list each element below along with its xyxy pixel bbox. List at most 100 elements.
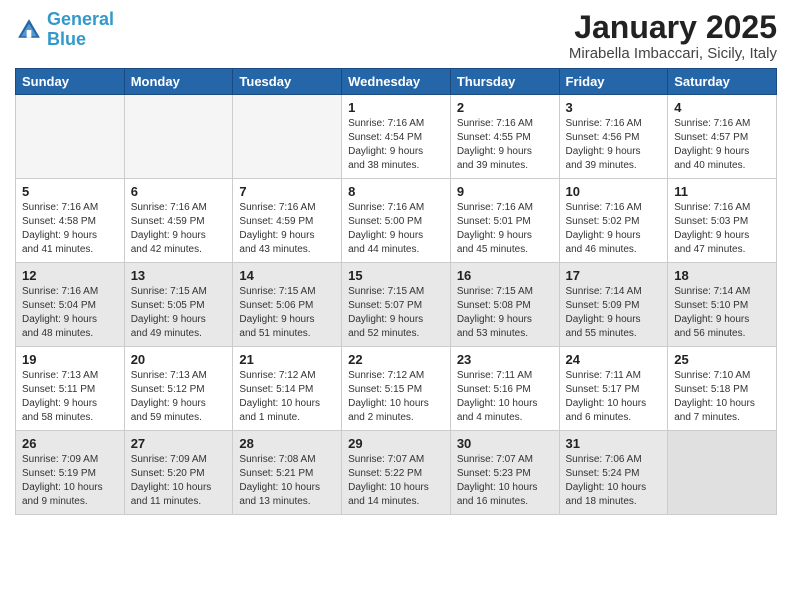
month-title: January 2025	[569, 10, 777, 45]
week-row-5: 26 Sunrise: 7:09 AMSunset: 5:19 PMDayligh…	[16, 431, 777, 515]
header-tuesday: Tuesday	[233, 69, 342, 95]
calendar-cell-w3-d6: 17 Sunrise: 7:14 AMSunset: 5:09 PMDayligh…	[559, 263, 668, 347]
logo-icon	[15, 16, 43, 44]
day-info: Sunrise: 7:16 AMSunset: 4:57 PMDaylight:…	[674, 117, 770, 173]
day-number: 17	[566, 268, 662, 283]
day-info: Sunrise: 7:14 AMSunset: 5:10 PMDaylight:…	[674, 285, 770, 341]
day-info: Sunrise: 7:07 AMSunset: 5:23 PMDaylight:…	[457, 453, 553, 509]
day-info: Sunrise: 7:09 AMSunset: 5:19 PMDaylight:…	[22, 453, 118, 509]
calendar-cell-w4-d4: 22 Sunrise: 7:12 AMSunset: 5:15 PMDayligh…	[342, 347, 451, 431]
subtitle: Mirabella Imbaccari, Sicily, Italy	[569, 45, 777, 62]
day-number: 1	[348, 100, 444, 115]
calendar-cell-w2-d4: 8 Sunrise: 7:16 AMSunset: 5:00 PMDaylight…	[342, 179, 451, 263]
header-monday: Monday	[124, 69, 233, 95]
calendar-cell-w3-d5: 16 Sunrise: 7:15 AMSunset: 5:08 PMDayligh…	[450, 263, 559, 347]
day-number: 2	[457, 100, 553, 115]
day-info: Sunrise: 7:11 AMSunset: 5:16 PMDaylight:…	[457, 369, 553, 425]
day-number: 6	[131, 184, 227, 199]
day-info: Sunrise: 7:15 AMSunset: 5:08 PMDaylight:…	[457, 285, 553, 341]
header-sunday: Sunday	[16, 69, 125, 95]
day-info: Sunrise: 7:16 AMSunset: 5:03 PMDaylight:…	[674, 201, 770, 257]
calendar-cell-w4-d2: 20 Sunrise: 7:13 AMSunset: 5:12 PMDayligh…	[124, 347, 233, 431]
calendar-cell-w5-d4: 29Sunrise: 7:07 AMSunset: 5:22 PMDayligh…	[342, 431, 451, 515]
day-info: Sunrise: 7:13 AMSunset: 5:12 PMDaylight:…	[131, 369, 227, 425]
logo-line1: General	[47, 9, 114, 29]
week-row-3: 12Sunrise: 7:16 AMSunset: 5:04 PMDayligh…	[16, 263, 777, 347]
day-info: Sunrise: 7:16 AMSunset: 4:56 PMDaylight:…	[566, 117, 662, 173]
calendar-cell-w1-d6: 3 Sunrise: 7:16 AMSunset: 4:56 PMDaylight…	[559, 95, 668, 179]
day-info: Sunrise: 7:16 AMSunset: 4:59 PMDaylight:…	[239, 201, 335, 257]
day-info: Sunrise: 7:15 AMSunset: 5:06 PMDaylight:…	[239, 285, 335, 341]
calendar-cell-w5-d7	[668, 431, 777, 515]
day-info: Sunrise: 7:12 AMSunset: 5:14 PMDaylight:…	[239, 369, 335, 425]
day-info: Sunrise: 7:16 AMSunset: 5:02 PMDaylight:…	[566, 201, 662, 257]
day-info: Sunrise: 7:15 AMSunset: 5:05 PMDaylight:…	[131, 285, 227, 341]
day-number: 4	[674, 100, 770, 115]
day-number: 26	[22, 436, 118, 451]
day-info: Sunrise: 7:14 AMSunset: 5:09 PMDaylight:…	[566, 285, 662, 341]
header: General Blue January 2025 Mirabella Imba…	[15, 10, 777, 62]
logo-text: General Blue	[47, 10, 114, 50]
title-area: January 2025 Mirabella Imbaccari, Sicily…	[569, 10, 777, 62]
calendar-cell-w4-d1: 19Sunrise: 7:13 AMSunset: 5:11 PMDayligh…	[16, 347, 125, 431]
logo-line2: Blue	[47, 29, 86, 49]
day-number: 27	[131, 436, 227, 451]
calendar-cell-w1-d7: 4 Sunrise: 7:16 AMSunset: 4:57 PMDaylight…	[668, 95, 777, 179]
calendar-cell-w5-d6: 31 Sunrise: 7:06 AMSunset: 5:24 PMDayligh…	[559, 431, 668, 515]
day-number: 14	[239, 268, 335, 283]
week-row-2: 5Sunrise: 7:16 AMSunset: 4:58 PMDaylight…	[16, 179, 777, 263]
day-number: 15	[348, 268, 444, 283]
day-info: Sunrise: 7:11 AMSunset: 5:17 PMDaylight:…	[566, 369, 662, 425]
calendar-cell-w1-d2	[124, 95, 233, 179]
day-number: 11	[674, 184, 770, 199]
calendar-cell-w2-d2: 6Sunrise: 7:16 AMSunset: 4:59 PMDaylight…	[124, 179, 233, 263]
day-info: Sunrise: 7:16 AMSunset: 5:01 PMDaylight:…	[457, 201, 553, 257]
day-number: 23	[457, 352, 553, 367]
day-info: Sunrise: 7:16 AMSunset: 5:00 PMDaylight:…	[348, 201, 444, 257]
calendar-cell-w4-d6: 24Sunrise: 7:11 AMSunset: 5:17 PMDayligh…	[559, 347, 668, 431]
day-number: 5	[22, 184, 118, 199]
day-info: Sunrise: 7:08 AMSunset: 5:21 PMDaylight:…	[239, 453, 335, 509]
calendar-cell-w1-d3	[233, 95, 342, 179]
day-number: 8	[348, 184, 444, 199]
calendar-cell-w4-d3: 21 Sunrise: 7:12 AMSunset: 5:14 PMDayligh…	[233, 347, 342, 431]
day-number: 7	[239, 184, 335, 199]
calendar-cell-w2-d5: 9 Sunrise: 7:16 AMSunset: 5:01 PMDaylight…	[450, 179, 559, 263]
day-info: Sunrise: 7:16 AMSunset: 4:54 PMDaylight:…	[348, 117, 444, 173]
day-number: 30	[457, 436, 553, 451]
calendar-cell-w5-d5: 30 Sunrise: 7:07 AMSunset: 5:23 PMDayligh…	[450, 431, 559, 515]
calendar-cell-w2-d3: 7 Sunrise: 7:16 AMSunset: 4:59 PMDaylight…	[233, 179, 342, 263]
day-number: 13	[131, 268, 227, 283]
day-info: Sunrise: 7:09 AMSunset: 5:20 PMDaylight:…	[131, 453, 227, 509]
calendar-cell-w1-d4: 1 Sunrise: 7:16 AMSunset: 4:54 PMDaylight…	[342, 95, 451, 179]
logo: General Blue	[15, 10, 114, 50]
calendar-header-row: Sunday Monday Tuesday Wednesday Thursday…	[16, 69, 777, 95]
day-info: Sunrise: 7:10 AMSunset: 5:18 PMDaylight:…	[674, 369, 770, 425]
calendar-cell-w1-d1	[16, 95, 125, 179]
day-number: 9	[457, 184, 553, 199]
day-info: Sunrise: 7:12 AMSunset: 5:15 PMDaylight:…	[348, 369, 444, 425]
day-number: 31	[566, 436, 662, 451]
day-number: 25	[674, 352, 770, 367]
day-number: 10	[566, 184, 662, 199]
day-info: Sunrise: 7:13 AMSunset: 5:11 PMDaylight:…	[22, 369, 118, 425]
calendar-cell-w3-d1: 12Sunrise: 7:16 AMSunset: 5:04 PMDayligh…	[16, 263, 125, 347]
calendar-table: Sunday Monday Tuesday Wednesday Thursday…	[15, 68, 777, 515]
header-saturday: Saturday	[668, 69, 777, 95]
calendar-cell-w2-d1: 5Sunrise: 7:16 AMSunset: 4:58 PMDaylight…	[16, 179, 125, 263]
day-number: 16	[457, 268, 553, 283]
day-number: 22	[348, 352, 444, 367]
day-number: 18	[674, 268, 770, 283]
calendar-cell-w3-d2: 13 Sunrise: 7:15 AMSunset: 5:05 PMDayligh…	[124, 263, 233, 347]
day-number: 29	[348, 436, 444, 451]
header-friday: Friday	[559, 69, 668, 95]
calendar-cell-w5-d2: 27 Sunrise: 7:09 AMSunset: 5:20 PMDayligh…	[124, 431, 233, 515]
calendar-cell-w4-d5: 23 Sunrise: 7:11 AMSunset: 5:16 PMDayligh…	[450, 347, 559, 431]
day-number: 3	[566, 100, 662, 115]
day-number: 20	[131, 352, 227, 367]
calendar-cell-w3-d4: 15Sunrise: 7:15 AMSunset: 5:07 PMDayligh…	[342, 263, 451, 347]
day-number: 21	[239, 352, 335, 367]
calendar-cell-w5-d3: 28Sunrise: 7:08 AMSunset: 5:21 PMDayligh…	[233, 431, 342, 515]
calendar-cell-w5-d1: 26 Sunrise: 7:09 AMSunset: 5:19 PMDayligh…	[16, 431, 125, 515]
day-info: Sunrise: 7:06 AMSunset: 5:24 PMDaylight:…	[566, 453, 662, 509]
